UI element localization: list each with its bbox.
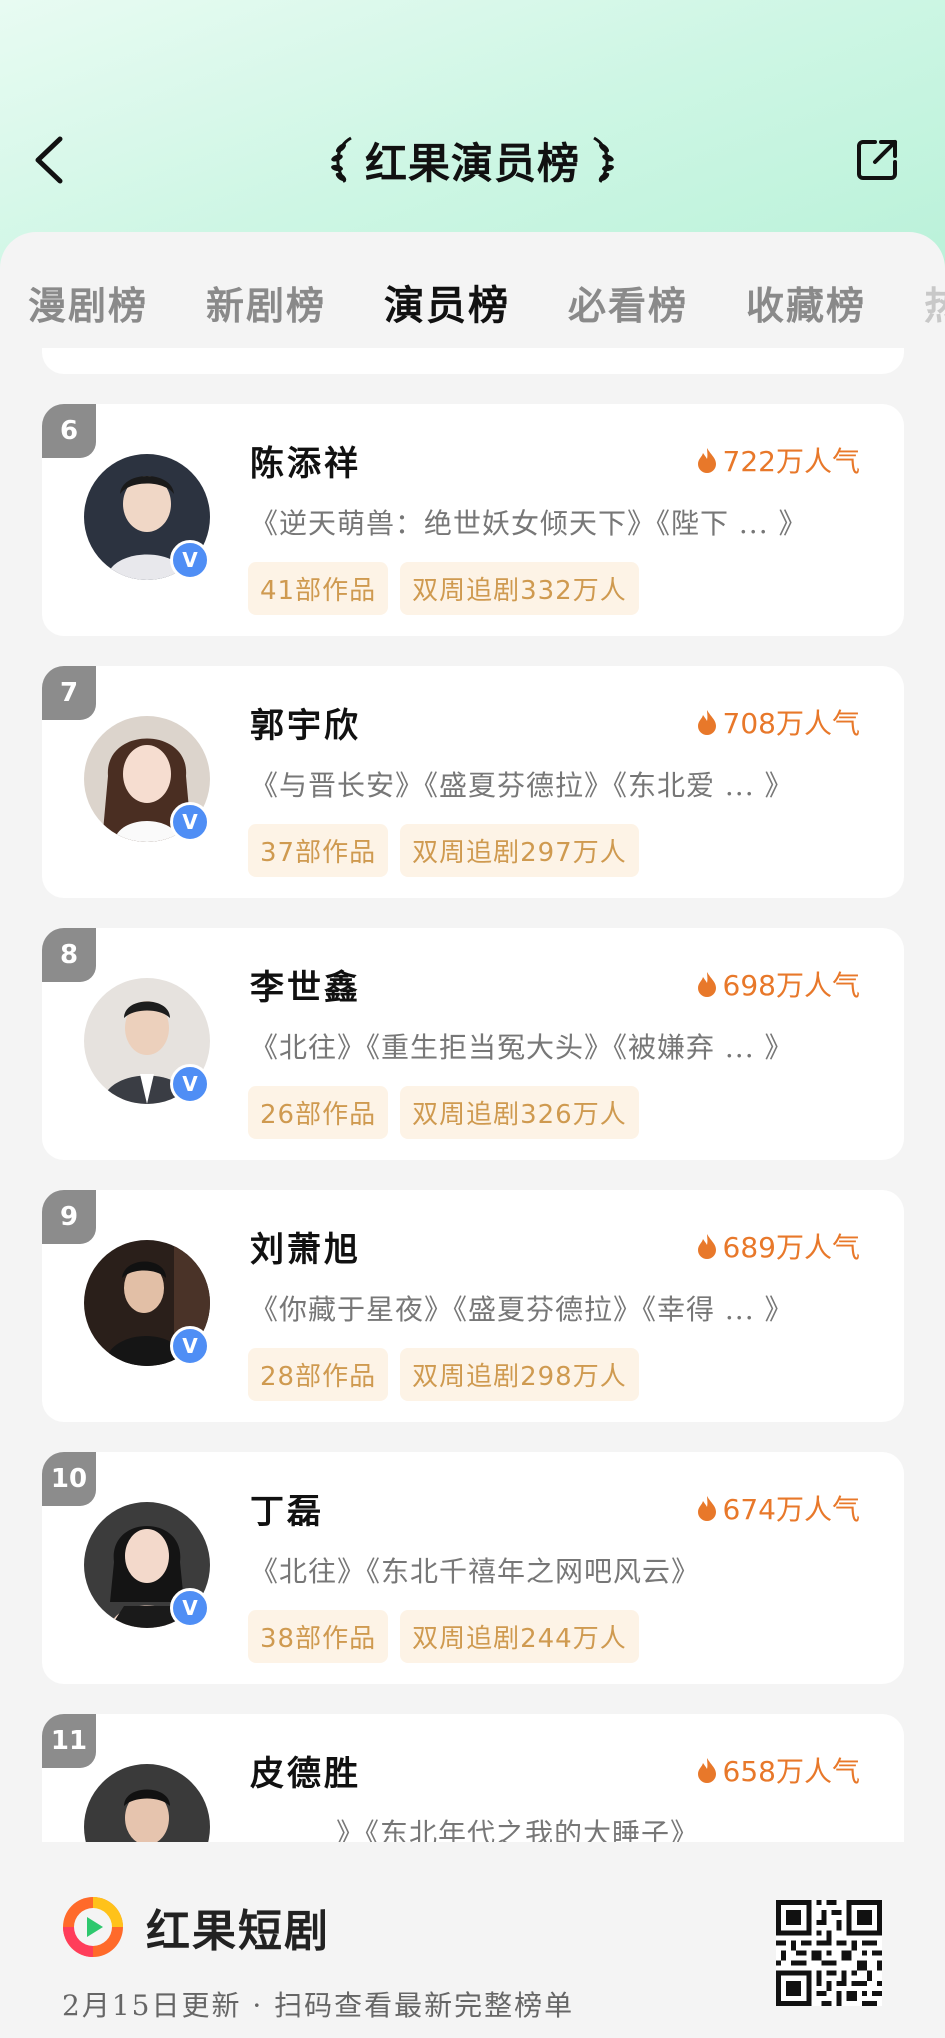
- verified-icon: V: [170, 1588, 210, 1628]
- works-count-tag: 41部作品: [248, 562, 389, 615]
- verified-icon: V: [170, 540, 210, 580]
- brand-name: 红果短剧: [146, 1906, 330, 1957]
- footer: 红果短剧 2月15日更新 · 扫码查看最新完整榜单: [0, 1842, 945, 2038]
- verified-icon: V: [170, 1326, 210, 1366]
- tab-favorites[interactable]: 收藏榜: [746, 275, 866, 330]
- tab-new-drama[interactable]: 新剧榜: [206, 275, 326, 330]
- title-wrap: 红果演员榜: [0, 128, 945, 192]
- popularity-value: 689万人气: [722, 1231, 860, 1264]
- flame-icon: [697, 1758, 716, 1783]
- tab-must-watch[interactable]: 必看榜: [568, 275, 688, 330]
- actor-card[interactable]: 11 皮德胜 658万人气 》《东北年代之我的大睡子》: [42, 1714, 904, 1842]
- actor-name[interactable]: 李世鑫: [250, 960, 361, 1009]
- tag-row: 28部作品 双周追剧298万人: [248, 1348, 639, 1401]
- works-list: 《你藏于星夜》《盛夏芬德拉》《幸得 ... 》: [250, 1293, 794, 1326]
- rank-badge: 11: [42, 1714, 96, 1768]
- actor-name[interactable]: 皮德胜: [250, 1746, 361, 1795]
- actor-card[interactable]: 6 V 陈添祥 722万人气 《逆天萌兽：绝世妖女倾天下》《陛下 ... 》 4…: [42, 404, 904, 636]
- actor-name[interactable]: 陈添祥: [250, 436, 361, 485]
- works-list: 《与晋长安》《盛夏芬德拉》《东北爱 ... 》: [250, 769, 794, 802]
- popularity-value: 708万人气: [722, 707, 860, 740]
- tabs-bar: 漫剧榜 新剧榜 演员榜 必看榜 收藏榜 热: [0, 232, 945, 352]
- flame-icon: [697, 448, 716, 473]
- works-count-tag: 26部作品: [248, 1086, 389, 1139]
- flame-icon: [697, 1496, 716, 1521]
- tag-row: 38部作品 双周追剧244万人: [248, 1610, 639, 1663]
- avatar[interactable]: [84, 1764, 210, 1842]
- popularity-value: 698万人气: [722, 969, 860, 1002]
- works-list: 《北往》《重生拒当冤大头》《被嫌弃 ... 》: [250, 1031, 794, 1064]
- flame-icon: [697, 972, 716, 997]
- page-title: 红果演员榜: [364, 138, 580, 188]
- share-button[interactable]: [847, 130, 907, 190]
- qr-code[interactable]: [776, 1900, 882, 2006]
- popularity: 674万人气: [697, 1488, 860, 1528]
- laurel-right-icon: [593, 136, 614, 183]
- followers-tag: 双周追剧332万人: [400, 562, 639, 615]
- actor-list: 6 V 陈添祥 722万人气 《逆天萌兽：绝世妖女倾天下》《陛下 ... 》 4…: [0, 404, 945, 1842]
- actor-name[interactable]: 刘萧旭: [250, 1222, 361, 1271]
- works-list-text: 》《东北年代之我的大睡子》: [336, 1817, 700, 1842]
- tab-comic-drama[interactable]: 漫剧榜: [28, 275, 148, 330]
- verified-icon: V: [170, 802, 210, 842]
- verified-icon: V: [170, 1064, 210, 1104]
- rank-badge: 6: [42, 404, 96, 458]
- works-count-tag: 38部作品: [248, 1610, 389, 1663]
- actor-card[interactable]: 9 V 刘萧旭 689万人气 《你藏于星夜》《盛夏芬德拉》《幸得 ... 》 2…: [42, 1190, 904, 1422]
- popularity: 708万人气: [697, 702, 860, 742]
- followers-tag: 双周追剧297万人: [400, 824, 639, 877]
- popularity: 658万人气: [697, 1750, 860, 1790]
- rank-badge: 9: [42, 1190, 96, 1244]
- actor-name[interactable]: 郭宇欣: [250, 698, 361, 747]
- tab-list: 漫剧榜 新剧榜 演员榜 必看榜 收藏榜 热: [28, 272, 945, 332]
- tab-more-partial[interactable]: 热: [924, 275, 945, 330]
- works-count-tag: 28部作品: [248, 1348, 389, 1401]
- followers-tag: 双周追剧244万人: [400, 1610, 639, 1663]
- popularity: 689万人气: [697, 1226, 860, 1266]
- tag-row: 41部作品 双周追剧332万人: [248, 562, 639, 615]
- works-count-tag: 37部作品: [248, 824, 389, 877]
- flame-icon: [697, 710, 716, 735]
- popularity: 698万人气: [697, 964, 860, 1004]
- update-notice: 2月15日更新 · 扫码查看最新完整榜单: [62, 1989, 575, 2022]
- tab-actors[interactable]: 演员榜: [384, 273, 510, 331]
- popularity: 722万人气: [697, 440, 860, 480]
- tag-row: 37部作品 双周追剧297万人: [248, 824, 639, 877]
- tag-row: 26部作品 双周追剧326万人: [248, 1086, 639, 1139]
- popularity-value: 722万人气: [722, 445, 860, 478]
- actor-name[interactable]: 丁磊: [250, 1484, 324, 1533]
- works-list: 《北往》《东北千禧年之网吧风云》: [250, 1555, 701, 1588]
- previous-card-edge: [42, 348, 904, 374]
- rank-badge: 8: [42, 928, 96, 982]
- share-icon: [857, 140, 897, 180]
- laurel-left-icon: [331, 136, 352, 183]
- actor-card[interactable]: 10 V 丁磊 674万人气 《北往》《东北千禧年之网吧风云》 38部作品 双周…: [42, 1452, 904, 1684]
- popularity-value: 658万人气: [722, 1755, 860, 1788]
- works-list: 》《东北年代之我的大睡子》: [250, 1812, 870, 1842]
- actor-card[interactable]: 7 V 郭宇欣 708万人气 《与晋长安》《盛夏芬德拉》《东北爱 ... 》 3…: [42, 666, 904, 898]
- popularity-value: 674万人气: [722, 1493, 860, 1526]
- rank-badge: 10: [42, 1452, 96, 1506]
- rank-badge: 7: [42, 666, 96, 720]
- works-list: 《逆天萌兽：绝世妖女倾天下》《陛下 ... 》: [250, 507, 808, 540]
- brand: 红果短剧: [60, 1894, 330, 1960]
- actor-card[interactable]: 8 V 李世鑫 698万人气 《北往》《重生拒当冤大头》《被嫌弃 ... 》 2…: [42, 928, 904, 1160]
- app-logo-icon: [63, 1897, 123, 1957]
- header: 红果演员榜: [0, 120, 945, 210]
- flame-icon: [697, 1234, 716, 1259]
- followers-tag: 双周追剧298万人: [400, 1348, 639, 1401]
- followers-tag: 双周追剧326万人: [400, 1086, 639, 1139]
